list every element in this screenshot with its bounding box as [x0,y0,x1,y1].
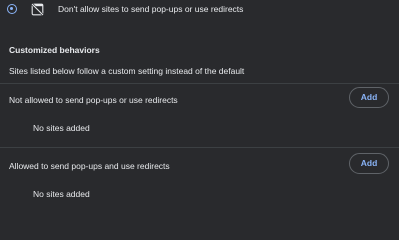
not-allowed-list-label: Not allowed to send pop-ups or use redir… [9,95,178,105]
allowed-list-label: Allowed to send pop-ups and use redirect… [9,161,170,171]
not-allowed-empty-text: No sites added [33,123,90,133]
popups-settings-page: Don't allow sites to send pop-ups or use… [0,0,399,220]
block-popups-option[interactable]: Don't allow sites to send pop-ups or use… [0,0,399,22]
allowed-empty-text: No sites added [33,189,90,199]
customized-behaviors-heading: Customized behaviors [9,45,100,55]
add-allowed-site-button[interactable]: Add [349,153,389,174]
popup-blocked-icon [31,3,44,16]
divider [0,83,399,84]
radio-button-selected[interactable] [7,4,17,14]
add-not-allowed-site-button[interactable]: Add [349,87,389,108]
block-popups-label: Don't allow sites to send pop-ups or use… [58,4,244,14]
divider [0,147,399,148]
customized-behaviors-description: Sites listed below follow a custom setti… [9,66,245,76]
